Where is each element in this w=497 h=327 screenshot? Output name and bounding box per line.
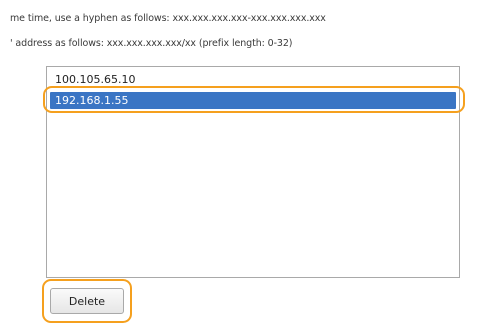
delete-button[interactable]: Delete [50,288,124,314]
address-listbox[interactable]: 100.105.65.10 192.168.1.55 [46,66,460,278]
list-item[interactable]: 100.105.65.10 [55,73,135,86]
instruction-text-prefix: ' address as follows: xxx.xxx.xxx.xxx/xx… [10,38,293,49]
list-item-selected[interactable]: 192.168.1.55 [50,92,456,109]
instruction-text-range: me time, use a hyphen as follows: xxx.xx… [10,13,326,24]
